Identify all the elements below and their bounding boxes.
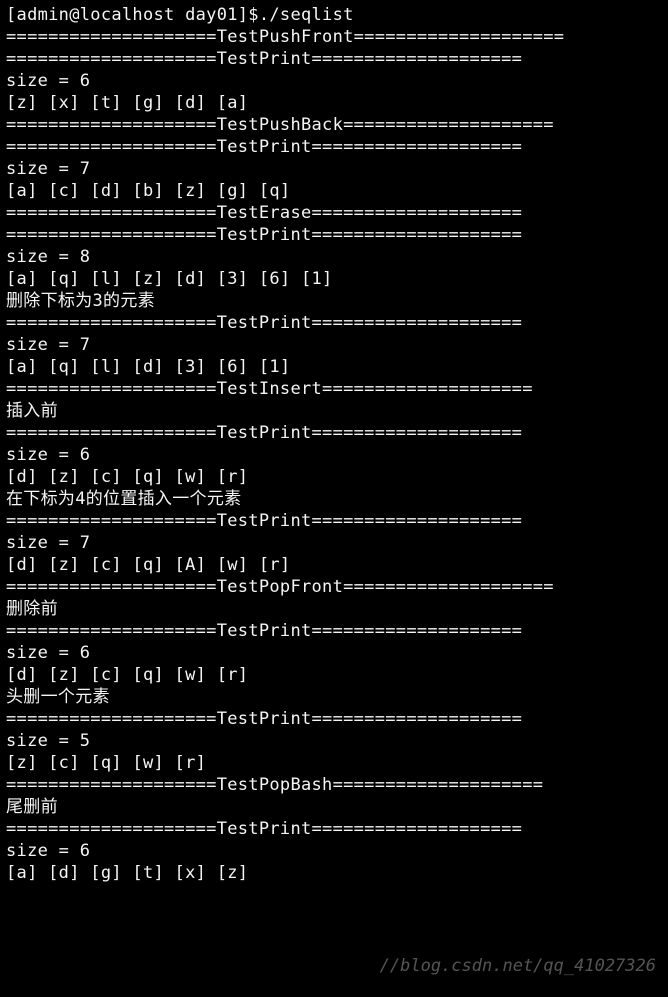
terminal-line: ====================TestPopFront========…: [6, 576, 662, 598]
terminal-line: [a] [c] [d] [b] [z] [g] [q]: [6, 180, 662, 202]
terminal-line: ====================TestPrint===========…: [6, 818, 662, 840]
terminal-line: ====================TestErase===========…: [6, 202, 662, 224]
terminal-line: size = 6: [6, 642, 662, 664]
terminal-line: [a] [q] [l] [d] [3] [6] [1]: [6, 356, 662, 378]
terminal-line: ====================TestPrint===========…: [6, 136, 662, 158]
terminal-line: [z] [c] [q] [w] [r]: [6, 752, 662, 774]
terminal-line: size = 8: [6, 246, 662, 268]
terminal-line: 在下标为4的位置插入一个元素: [6, 488, 662, 510]
watermark: //blog.csdn.net/qq_41027326: [380, 955, 656, 977]
terminal-line: size = 7: [6, 158, 662, 180]
terminal-line: size = 6: [6, 444, 662, 466]
terminal-line: 尾删前: [6, 796, 662, 818]
terminal-line: 头删一个元素: [6, 686, 662, 708]
terminal-line: size = 5: [6, 730, 662, 752]
terminal-line: [a] [q] [l] [z] [d] [3] [6] [1]: [6, 268, 662, 290]
terminal-line: ====================TestPushBack========…: [6, 114, 662, 136]
terminal-line: [z] [x] [t] [g] [d] [a]: [6, 92, 662, 114]
terminal-line: [d] [z] [c] [q] [w] [r]: [6, 466, 662, 488]
terminal-output: [admin@localhost day01]$./seqlist ======…: [0, 0, 668, 884]
shell-prompt: [admin@localhost day01]$./seqlist: [6, 4, 662, 26]
terminal-line: 删除下标为3的元素: [6, 290, 662, 312]
terminal-line: [a] [d] [g] [t] [x] [z]: [6, 862, 662, 884]
terminal-line: ====================TestPrint===========…: [6, 312, 662, 334]
terminal-line: ====================TestPrint===========…: [6, 224, 662, 246]
terminal-line: ====================TestPrint===========…: [6, 708, 662, 730]
terminal-line: ====================TestPrint===========…: [6, 620, 662, 642]
terminal-line: 删除前: [6, 598, 662, 620]
terminal-line: ====================TestPrint===========…: [6, 510, 662, 532]
terminal-line: size = 7: [6, 532, 662, 554]
terminal-line: size = 6: [6, 70, 662, 92]
terminal-line: [d] [z] [c] [q] [A] [w] [r]: [6, 554, 662, 576]
terminal-line: ====================TestPrint===========…: [6, 422, 662, 444]
terminal-line: ====================TestPushFront=======…: [6, 26, 662, 48]
terminal-line: size = 7: [6, 334, 662, 356]
terminal-line: ====================TestPopBash=========…: [6, 774, 662, 796]
terminal-line: [d] [z] [c] [q] [w] [r]: [6, 664, 662, 686]
terminal-line: ====================TestInsert==========…: [6, 378, 662, 400]
terminal-line: 插入前: [6, 400, 662, 422]
terminal-line: size = 6: [6, 840, 662, 862]
terminal-line: ====================TestPrint===========…: [6, 48, 662, 70]
